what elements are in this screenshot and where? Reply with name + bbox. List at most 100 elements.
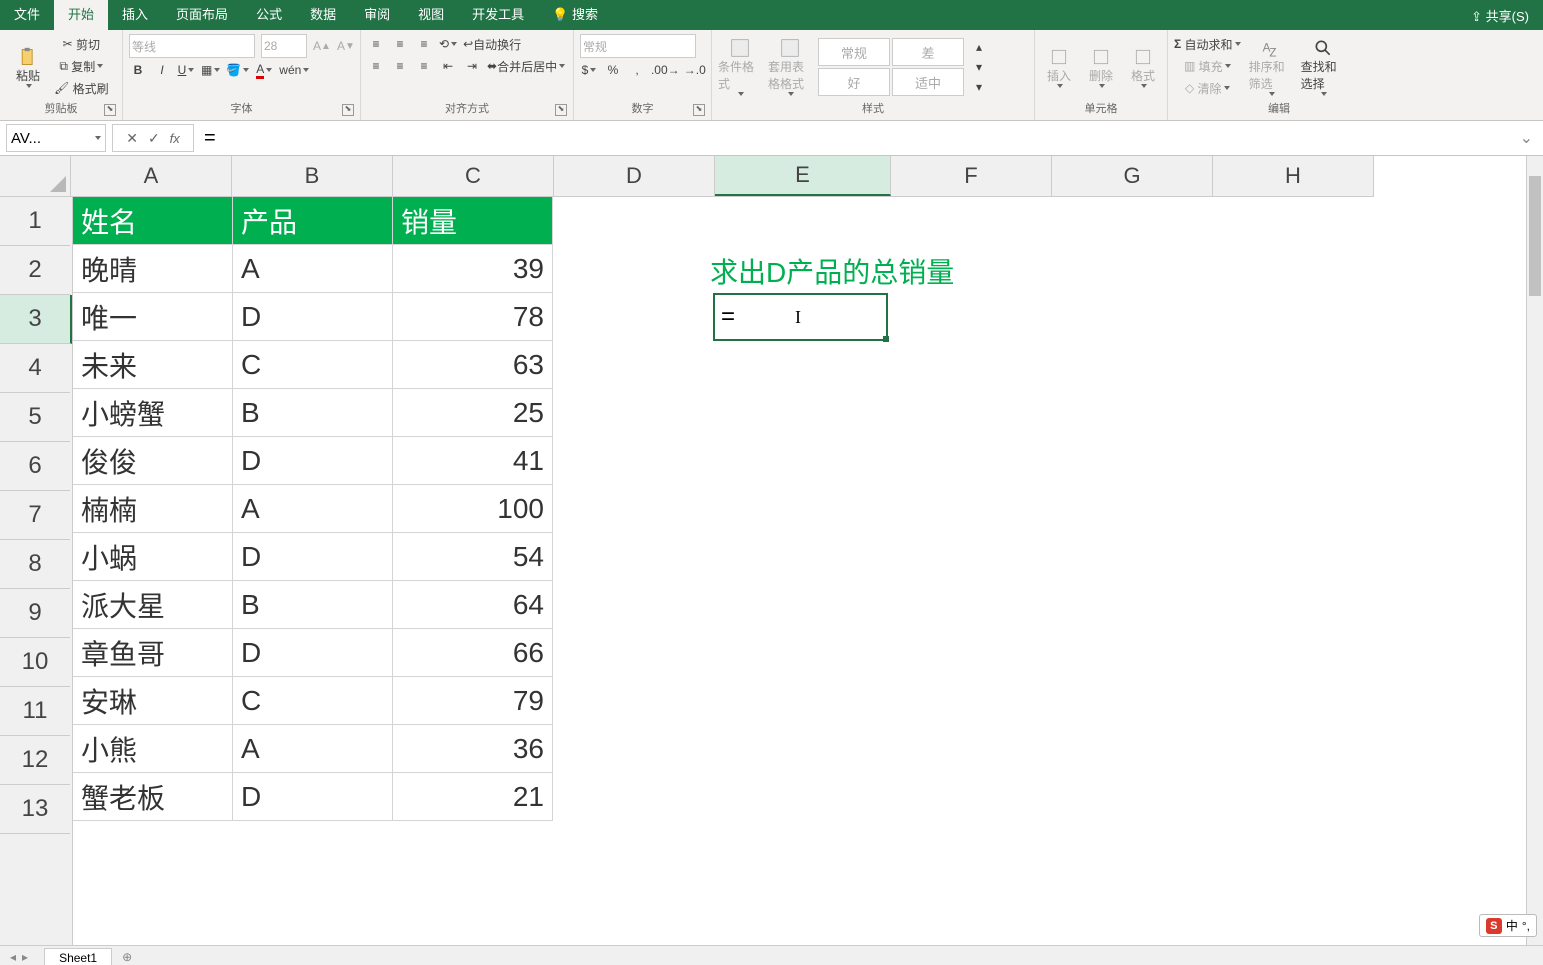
cell-A3[interactable]: 唯一 [73,293,233,341]
cell-B3[interactable]: D [233,293,393,341]
cell-A8[interactable]: 小蜗 [73,533,233,581]
row-header-1[interactable]: 1 [0,197,70,246]
font-size-select[interactable] [261,34,307,58]
underline-button[interactable]: U [177,60,195,80]
formula-expand-button[interactable]: ⌄ [1510,128,1543,148]
cell-B5[interactable]: B [233,389,393,437]
bold-button[interactable]: B [129,60,147,80]
cell-B10[interactable]: D [233,629,393,677]
enter-formula-button[interactable]: ✓ [148,130,160,147]
sort-filter-button[interactable]: AZ排序和筛选 [1249,34,1293,100]
cell-C11[interactable]: 79 [393,677,553,725]
select-all-corner[interactable] [0,156,71,197]
cell-C4[interactable]: 63 [393,341,553,389]
column-header-H[interactable]: H [1213,156,1374,196]
cell-C1[interactable]: 销量 [393,197,553,245]
cell-C9[interactable]: 64 [393,581,553,629]
cut-button[interactable]: ✂ 剪切 [54,34,109,54]
row-header-4[interactable]: 4 [0,344,70,393]
formula-input[interactable] [194,125,1510,151]
tab-home[interactable]: 开始 [54,0,108,30]
cell-C3[interactable]: 78 [393,293,553,341]
column-header-A[interactable]: A [71,156,232,196]
column-header-E[interactable]: E [715,156,891,196]
cell-B12[interactable]: A [233,725,393,773]
find-select-button[interactable]: 查找和选择 [1301,34,1345,100]
align-top-button[interactable]: ≡ [367,34,385,54]
align-middle-button[interactable]: ≡ [391,34,409,54]
style-normal[interactable]: 常规 [818,38,890,66]
sheet-nav[interactable]: ◂▸ [0,950,38,964]
align-right-button[interactable]: ≡ [415,56,433,76]
clipboard-launcher-icon[interactable]: ⬊ [104,104,116,116]
cell-A1[interactable]: 姓名 [73,197,233,245]
cell-B8[interactable]: D [233,533,393,581]
cell-C6[interactable]: 41 [393,437,553,485]
align-bottom-button[interactable]: ≡ [415,34,433,54]
tab-view[interactable]: 视图 [404,0,458,30]
cell-A2[interactable]: 晚晴 [73,245,233,293]
format-painter-button[interactable]: 🖌 格式刷 [54,78,109,98]
copy-button[interactable]: ⧉ 复制 [54,56,109,76]
increase-font-button[interactable]: A▲ [313,36,331,56]
vertical-scrollbar[interactable] [1526,156,1543,945]
row-header-10[interactable]: 10 [0,638,70,687]
cell-A7[interactable]: 楠楠 [73,485,233,533]
cell-C12[interactable]: 36 [393,725,553,773]
row-header-13[interactable]: 13 [0,785,70,834]
fx-icon[interactable]: fx [170,131,180,146]
row-header-6[interactable]: 6 [0,442,70,491]
column-header-D[interactable]: D [554,156,715,196]
comma-button[interactable]: , [628,60,646,80]
align-launcher-icon[interactable]: ⬊ [555,104,567,116]
style-scroll-up[interactable]: ▴ [970,37,988,57]
font-color-button[interactable]: A [255,60,273,80]
number-format-select[interactable] [580,34,696,58]
wrap-text-button[interactable]: ↩ 自动换行 [463,34,521,54]
font-name-select[interactable] [129,34,255,58]
row-header-2[interactable]: 2 [0,246,70,295]
cell-B4[interactable]: C [233,341,393,389]
column-header-C[interactable]: C [393,156,554,196]
indent-inc-button[interactable]: ⇥ [463,56,481,76]
add-sheet-button[interactable]: ⊕ [112,950,142,964]
fill-button[interactable]: ▥ 填充 [1174,56,1241,76]
style-more[interactable]: ▾ [970,77,988,97]
cell-A4[interactable]: 未来 [73,341,233,389]
cell-B1[interactable]: 产品 [233,197,393,245]
scrollbar-thumb[interactable] [1529,176,1541,296]
sheet-next-icon[interactable]: ▸ [22,950,28,964]
fill-color-button[interactable]: 🪣 [226,60,249,80]
tab-layout[interactable]: 页面布局 [162,0,242,30]
indent-dec-button[interactable]: ⇤ [439,56,457,76]
tab-formulas[interactable]: 公式 [242,0,296,30]
cell-B6[interactable]: D [233,437,393,485]
share-button[interactable]: ⇪ 共享(S) [1457,6,1543,25]
ime-indicator[interactable]: S 中 °, [1479,914,1537,937]
cells-insert-button[interactable]: 插入 [1041,34,1077,100]
style-bad[interactable]: 差 [892,38,964,66]
conditional-format-button[interactable]: 条件格式 [718,38,762,96]
inc-decimal-button[interactable]: .00→ [652,60,679,80]
align-center-button[interactable]: ≡ [391,56,409,76]
percent-button[interactable]: % [604,60,622,80]
cell-C5[interactable]: 25 [393,389,553,437]
column-header-G[interactable]: G [1052,156,1213,196]
tab-file[interactable]: 文件 [0,0,54,30]
italic-button[interactable]: I [153,60,171,80]
cell-A11[interactable]: 安琳 [73,677,233,725]
cell-C7[interactable]: 100 [393,485,553,533]
style-scroll-down[interactable]: ▾ [970,57,988,77]
autosum-button[interactable]: Σ 自动求和 [1174,34,1241,54]
tab-dev[interactable]: 开发工具 [458,0,538,30]
clear-button[interactable]: ◇ 清除 [1174,78,1241,98]
cell-C13[interactable]: 21 [393,773,553,821]
style-neutral[interactable]: 适中 [892,68,964,96]
row-header-3[interactable]: 3 [0,295,72,344]
border-button[interactable]: ▦ [201,60,220,80]
cell-C10[interactable]: 66 [393,629,553,677]
cell-A6[interactable]: 俊俊 [73,437,233,485]
paste-button[interactable]: 粘贴 [6,34,50,100]
cell-B13[interactable]: D [233,773,393,821]
cell-A10[interactable]: 章鱼哥 [73,629,233,677]
